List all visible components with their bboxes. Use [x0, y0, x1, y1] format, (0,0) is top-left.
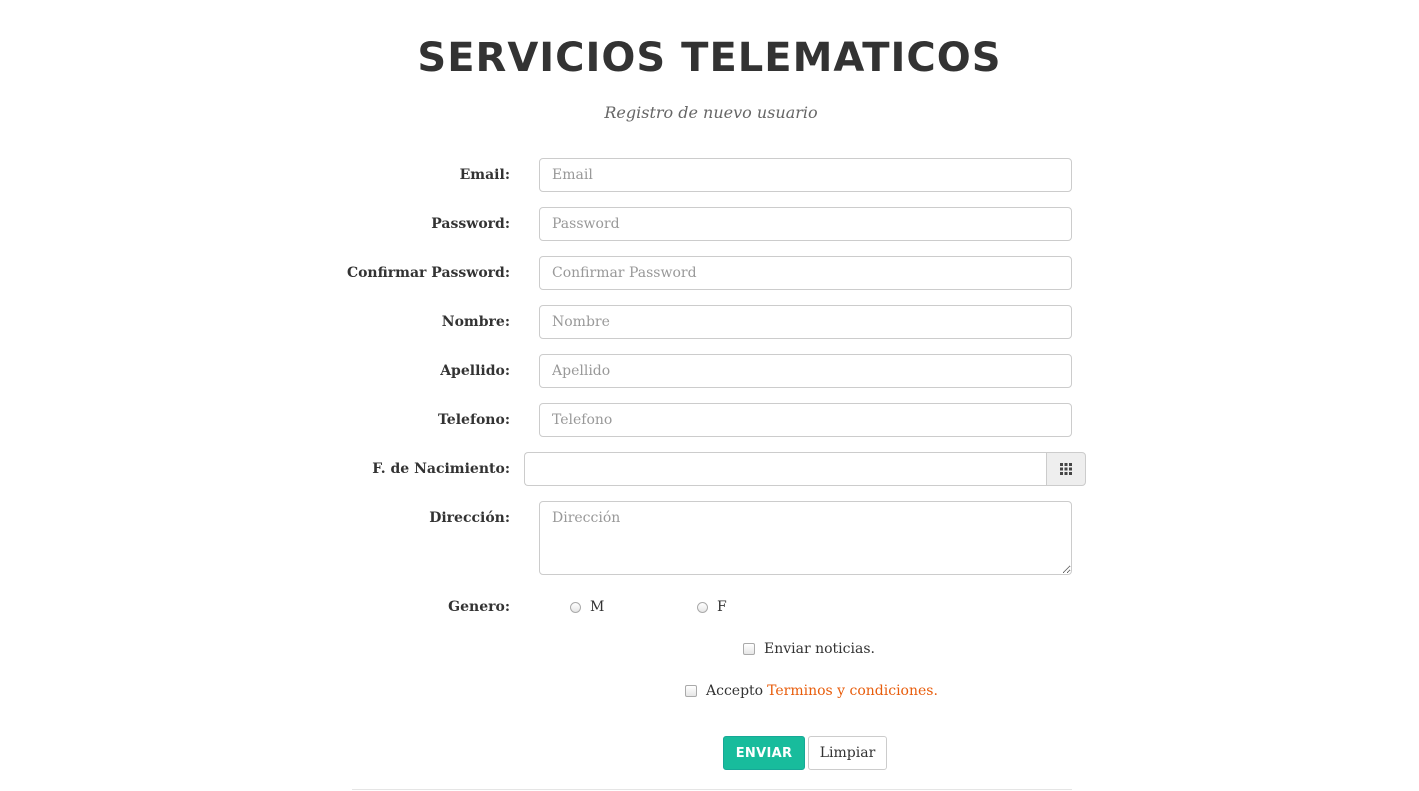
genero-option-m[interactable]: M [570, 590, 604, 624]
confirm-password-row: Confirmar Password: [0, 256, 1419, 290]
page-subtitle: Registro de nuevo usuario [604, 103, 818, 122]
genero-label: Genero: [448, 599, 510, 615]
terminos-checkbox-wrap[interactable]: Accepto Terminos y condiciones. [685, 679, 938, 703]
nombre-row: Nombre: [0, 305, 1419, 339]
telefono-row: Telefono: [0, 403, 1419, 437]
apellido-label: Apellido: [440, 363, 510, 379]
limpiar-button[interactable]: Limpiar [808, 736, 887, 770]
terminos-link[interactable]: Terminos y condiciones. [767, 683, 938, 699]
fecha-nacimiento-field[interactable] [524, 452, 1047, 486]
email-label: Email: [459, 167, 510, 183]
email-row: Email: [0, 158, 1419, 192]
radio-m-label: M [590, 599, 605, 615]
calendar-grid-icon[interactable] [1046, 452, 1086, 486]
direccion-row: Dirección: [0, 501, 1419, 575]
nombre-field[interactable] [539, 305, 1072, 339]
password-label: Password: [431, 216, 510, 232]
page-title: SERVICIOS TELEMATICOS [417, 35, 1002, 81]
direccion-field[interactable] [539, 501, 1072, 575]
password-field[interactable] [539, 207, 1072, 241]
confirm-password-field[interactable] [539, 256, 1072, 290]
password-row: Password: [0, 207, 1419, 241]
radio-f-label: F [717, 599, 727, 615]
apellido-row: Apellido: [0, 354, 1419, 388]
genero-option-f[interactable]: F [697, 590, 727, 624]
terminos-row: Accepto Terminos y condiciones. [0, 679, 1419, 703]
terminos-prefix: Accepto [706, 683, 764, 699]
footer-divider [352, 789, 1072, 790]
noticias-checkbox-wrap[interactable]: Enviar noticias. [743, 637, 875, 661]
confirm-password-label: Confirmar Password: [346, 265, 510, 281]
fecha-nacimiento-row: F. de Nacimiento: [0, 452, 1419, 486]
direccion-label: Dirección: [429, 510, 510, 526]
telefono-field[interactable] [539, 403, 1072, 437]
calendar-grid-glyph [1060, 463, 1072, 475]
terminos-checkbox[interactable] [685, 685, 697, 697]
genero-row: Genero: M F [0, 590, 1419, 624]
radio-f[interactable] [697, 601, 708, 613]
fecha-nacimiento-label: F. de Nacimiento: [372, 461, 510, 477]
date-picker [524, 452, 1086, 486]
nombre-label: Nombre: [441, 314, 510, 330]
radio-m[interactable] [570, 601, 581, 613]
apellido-field[interactable] [539, 354, 1072, 388]
telefono-label: Telefono: [438, 412, 510, 428]
noticias-label: Enviar noticias. [764, 641, 875, 657]
noticias-row: Enviar noticias. [0, 637, 1419, 661]
enviar-button[interactable]: ENVIAR [723, 736, 805, 770]
noticias-checkbox[interactable] [743, 643, 755, 655]
email-field[interactable] [539, 158, 1072, 192]
